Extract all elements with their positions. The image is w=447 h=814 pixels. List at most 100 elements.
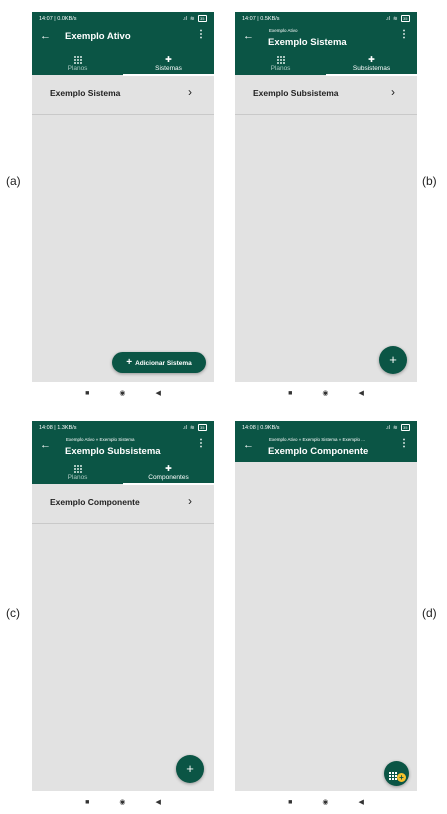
grid-icon [235,54,326,65]
back-nav-icon[interactable]: ◀ [358,389,363,397]
page-title: Exemplo Subsistema [65,446,161,457]
signal-icon: .ıl [182,15,187,22]
breadcrumb[interactable]: Exemplo Ativo [269,28,298,33]
app-bar: ← Exemplo Ativo ⋮ Planos ✚ Sistemas [32,25,214,76]
status-time: 14:08 | 1.3KB/s [39,424,77,431]
plus-badge-icon: + [397,773,406,782]
android-nav-bar-c: ■ ◉ ◀ [32,792,214,812]
add-component-button[interactable]: + [384,761,409,786]
battery-icon: 35 [197,15,207,22]
android-nav-bar-b: ■ ◉ ◀ [235,383,417,403]
status-icons: .ıl ≋ 35 [183,15,207,22]
grid-icon [32,54,123,65]
more-vert-icon[interactable]: ⋮ [196,438,206,450]
back-arrow-icon[interactable]: ← [243,28,254,44]
add-button[interactable]: + [176,755,204,783]
breadcrumb[interactable]: Exemplo Ativo » Exemplo Sistema [66,437,135,442]
home-icon[interactable]: ◉ [119,798,125,806]
list-item-label: Exemplo Subsistema [253,88,339,98]
tab-sistemas[interactable]: ✚ Sistemas [123,54,214,74]
back-arrow-icon[interactable]: ← [40,28,51,44]
chevron-right-icon: › [391,85,395,99]
tab-label: Subsistemas [352,65,391,72]
wifi-icon: ≋ [392,15,398,22]
status-icons: .ıl ≋ 35 [386,15,410,22]
page-title: Exemplo Ativo [65,31,131,42]
figure-label-c: (c) [6,606,20,620]
status-time: 14:08 | 0.9KB/s [242,424,280,431]
recents-icon[interactable]: ■ [288,390,292,397]
wifi-icon: ≋ [189,15,195,22]
screen-b: 14:07 | 0.5KB/s .ıl ≋ 35 ← Exemplo Ativo… [235,12,417,382]
home-icon[interactable]: ◉ [322,798,328,806]
figure-label-d: (d) [422,606,437,620]
page-title: Exemplo Sistema [268,37,347,48]
home-icon[interactable]: ◉ [119,389,125,397]
list-item-label: Exemplo Sistema [50,88,121,98]
back-arrow-icon[interactable]: ← [40,437,51,453]
app-bar: ← Exemplo Ativo » Exemplo Sistema Exempl… [32,434,214,485]
more-vert-icon[interactable]: ⋮ [196,29,206,41]
screen-c: 14:08 | 1.3KB/s .ıl ≋ 35 ← Exemplo Ativo… [32,421,214,791]
battery-icon: 35 [197,424,207,431]
tab-planos[interactable]: Planos [32,463,123,483]
home-icon[interactable]: ◉ [322,389,328,397]
status-bar: 14:07 | 0.5KB/s .ıl ≋ 35 [235,12,417,25]
plus-icon: + [126,357,133,368]
chevron-right-icon: › [188,494,192,508]
tab-componentes[interactable]: ✚ Componentes [123,463,214,483]
wifi-icon: ≋ [392,424,398,431]
tab-label: Planos [270,65,291,72]
app-bar: ← Exemplo Ativo » Exemplo Sistema » Exem… [235,434,417,462]
status-bar: 14:08 | 1.3KB/s .ıl ≋ 35 [32,421,214,434]
tab-subsistemas[interactable]: ✚ Subsistemas [326,54,417,74]
signal-icon: .ıl [385,424,390,431]
back-nav-icon[interactable]: ◀ [358,798,363,806]
status-time: 14:07 | 0.5KB/s [242,15,280,22]
page-title: Exemplo Componente [268,446,369,457]
screen-d: 14:08 | 0.9KB/s .ıl ≋ 35 ← Exemplo Ativo… [235,421,417,791]
puzzle-icon: ✚ [368,55,375,64]
back-nav-icon[interactable]: ◀ [155,389,160,397]
figure-label-b: (b) [422,174,437,188]
list-item-label: Exemplo Componente [50,497,140,507]
add-sistema-button[interactable]: + Adicionar Sistema [112,352,206,373]
list-item[interactable]: Exemplo Subsistema › [235,75,417,115]
tab-label: Componentes [148,474,189,481]
tab-planos[interactable]: Planos [32,54,123,74]
more-vert-icon[interactable]: ⋮ [399,438,409,450]
chevron-right-icon: › [188,85,192,99]
puzzle-icon: ✚ [165,55,172,64]
add-sistema-label: Adicionar Sistema [135,360,192,367]
recents-icon[interactable]: ■ [85,799,89,806]
tab-label: Planos [67,65,88,72]
battery-icon: 35 [400,15,410,22]
more-vert-icon[interactable]: ⋮ [399,29,409,41]
screen-a: 14:07 | 0.0KB/s .ıl ≋ 35 ← Exemplo Ativo… [32,12,214,382]
breadcrumb[interactable]: Exemplo Ativo » Exemplo Sistema » Exempl… [269,437,365,442]
list-item[interactable]: Exemplo Sistema › [32,75,214,115]
back-arrow-icon[interactable]: ← [243,437,254,453]
wifi-icon: ≋ [189,424,195,431]
signal-icon: .ıl [182,424,187,431]
tab-label: Planos [67,474,88,481]
android-nav-bar-d: ■ ◉ ◀ [235,792,417,812]
recents-icon[interactable]: ■ [288,799,292,806]
status-bar: 14:07 | 0.0KB/s .ıl ≋ 35 [32,12,214,25]
figure-label-a: (a) [6,174,21,188]
grid-icon [389,767,397,785]
status-icons: .ıl ≋ 35 [386,424,410,431]
status-time: 14:07 | 0.0KB/s [39,15,77,22]
add-button[interactable]: + [379,346,407,374]
signal-icon: .ıl [385,15,390,22]
puzzle-icon: ✚ [165,464,172,473]
battery-icon: 35 [400,424,410,431]
tab-label: Sistemas [155,65,182,72]
status-bar: 14:08 | 0.9KB/s .ıl ≋ 35 [235,421,417,434]
android-nav-bar-a: ■ ◉ ◀ [32,383,214,403]
grid-icon [32,463,123,474]
tab-planos[interactable]: Planos [235,54,326,74]
list-item[interactable]: Exemplo Componente › [32,484,214,524]
back-nav-icon[interactable]: ◀ [155,798,160,806]
recents-icon[interactable]: ■ [85,390,89,397]
